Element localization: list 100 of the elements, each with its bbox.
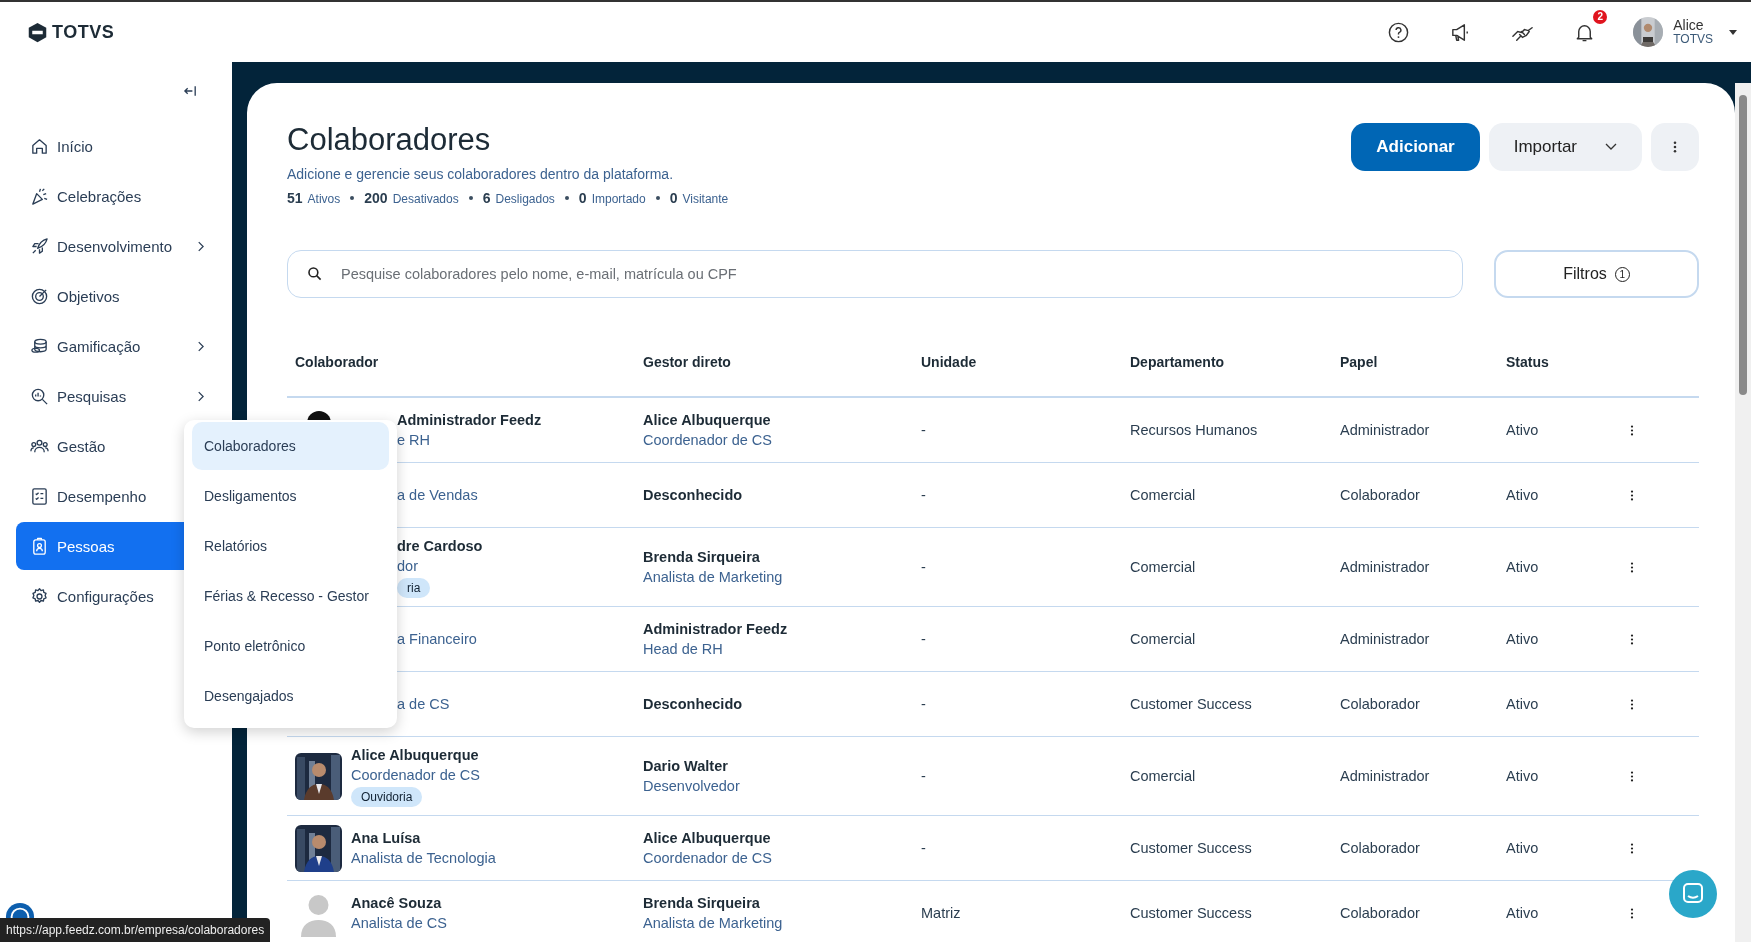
column-header: Departamento (1130, 353, 1226, 370)
table-cell-text: Ativo (1506, 487, 1540, 503)
sidebar-item[interactable]: Gamificação (16, 322, 216, 370)
employee-name[interactable]: Administrador Feedz (397, 410, 542, 430)
row-menu-icon[interactable] (1630, 907, 1634, 919)
nav-icon (30, 236, 49, 256)
manager-name: Desconhecido (643, 695, 744, 714)
sidebar-item[interactable]: Início (16, 122, 216, 170)
help-icon[interactable] (1387, 20, 1411, 44)
manager-name: Alice Albuquerque (643, 829, 772, 848)
table-cell-text: Customer Success (1130, 840, 1253, 856)
manager-role: Analista de Marketing (643, 914, 784, 933)
employee-tag: Ouvidoria (351, 787, 423, 807)
submenu-item[interactable]: Ponto eletrônico (192, 622, 389, 670)
stat-label[interactable]: Ativos (307, 192, 341, 206)
filters-button[interactable]: Filtros 1 (1494, 250, 1699, 298)
nav-icon (30, 386, 49, 406)
import-button[interactable]: Importar (1488, 123, 1642, 171)
nav-icon (30, 486, 49, 506)
sidebar-item[interactable]: Desenvolvimento (16, 222, 216, 270)
submenu-item[interactable]: Colaboradores (192, 422, 389, 470)
row-menu-icon[interactable] (1630, 698, 1634, 710)
manager-name: Administrador Feedz (643, 620, 789, 639)
logo-icon (27, 21, 48, 43)
stat-count: 51 (287, 190, 303, 206)
notification-badge: 2 (1593, 9, 1608, 24)
stat-count: 0 (578, 190, 587, 206)
stat-label[interactable]: Desligados (495, 192, 555, 206)
table-cell-text: Ativo (1506, 559, 1540, 575)
chat-icon[interactable] (1669, 870, 1717, 918)
employee-name[interactable]: Ana Luísa (351, 828, 421, 848)
table-cell-text: Customer Success (1130, 905, 1253, 921)
row-menu-icon[interactable] (1630, 561, 1634, 573)
table-cell-text: Matriz (921, 905, 962, 921)
table-cell-text: Comercial (1130, 768, 1197, 784)
table-cell-text: Recursos Humanos (1130, 422, 1259, 438)
table-cell-text: - (921, 422, 927, 438)
table-cell-text: - (921, 487, 927, 503)
employee-name[interactable]: dre Cardoso (397, 536, 483, 556)
sidebar-item[interactable]: Objetivos (16, 272, 216, 320)
sidebar-item[interactable]: Pesquisas (16, 372, 216, 420)
table-cell-text: - (921, 631, 927, 647)
employee-role: Analista de Tecnologia (351, 849, 496, 868)
manager-name: Brenda Sirqueira (643, 548, 761, 567)
search-field[interactable]: Pesquise colaboradores pelo nome, e-mail, matrícula ou CPF (287, 250, 1463, 298)
submenu-item[interactable]: Desengajados (192, 672, 389, 720)
user-org: TOTVS (1673, 32, 1713, 46)
page-subtitle: Adicione e gerencie seus colaboradores dentro da plataforma. (287, 166, 675, 182)
nav-icon (30, 186, 49, 206)
stat-label[interactable]: Importado (591, 192, 646, 206)
table-cell-text: - (921, 696, 927, 712)
row-menu-icon[interactable] (1630, 489, 1634, 501)
submenu-item[interactable]: Férias & Recesso - Gestor (192, 572, 389, 620)
row-menu-icon[interactable] (1630, 770, 1634, 782)
caret-icon[interactable] (1729, 29, 1737, 35)
table-cell-text: Ativo (1506, 768, 1540, 784)
column-header: Unidade (921, 353, 978, 370)
table-cell-text: Customer Success (1130, 696, 1253, 712)
table-cell-text: Administrador (1340, 422, 1431, 438)
nav-icon (30, 286, 49, 306)
row-menu-icon[interactable] (1630, 842, 1634, 854)
employee-role: a de Vendas (397, 486, 478, 505)
stat-label[interactable]: Desativados (392, 192, 459, 206)
chevron-down-icon (1605, 143, 1617, 151)
scrollbar-thumb[interactable] (1739, 95, 1747, 395)
manager-role: Coordenador de CS (643, 431, 773, 450)
search-icon (307, 266, 323, 282)
stat-count: 6 (482, 190, 491, 206)
employee-name[interactable]: Alice Albuquerque (351, 745, 479, 765)
manager-name: Desconhecido (643, 486, 744, 505)
add-button[interactable]: Adicionar (1351, 123, 1480, 171)
table-cell-text: Administrador (1340, 631, 1431, 647)
manager-name: Brenda Sirqueira (643, 894, 761, 913)
column-header: Status (1506, 353, 1550, 370)
table-cell-text: Colaborador (1340, 905, 1421, 921)
table-cell-text: Comercial (1130, 487, 1197, 503)
nav-icon (30, 136, 49, 156)
employee-role: dor (397, 557, 418, 576)
stat-label[interactable]: Visitante (682, 192, 729, 206)
stat-count: 0 (669, 190, 678, 206)
column-header: Gestor direto (643, 353, 732, 370)
table-cell-text: Ativo (1506, 631, 1540, 647)
sidebar-item[interactable]: Celebrações (16, 172, 216, 220)
row-menu-icon[interactable] (1630, 424, 1634, 436)
page-title: Colaboradores (287, 121, 492, 159)
table-cell-text: - (921, 768, 927, 784)
submenu-item[interactable]: Desligamentos (192, 472, 389, 520)
employee-name[interactable]: Anacê Souza (351, 893, 442, 913)
collapse-icon[interactable] (183, 85, 198, 97)
table-cell-text: Comercial (1130, 559, 1197, 575)
table-cell-text: Ativo (1506, 840, 1540, 856)
logo-text: TOTVS (52, 21, 115, 43)
table-cell-text: Comercial (1130, 631, 1197, 647)
user-name: Alice (1673, 18, 1705, 32)
row-menu-icon[interactable] (1630, 633, 1634, 645)
table-cell-text: - (921, 840, 927, 856)
table-cell-text: Colaborador (1340, 840, 1421, 856)
stat-count: 200 (364, 190, 388, 206)
column-header: Papel (1340, 353, 1379, 370)
table-cell-text: Administrador (1340, 559, 1431, 575)
